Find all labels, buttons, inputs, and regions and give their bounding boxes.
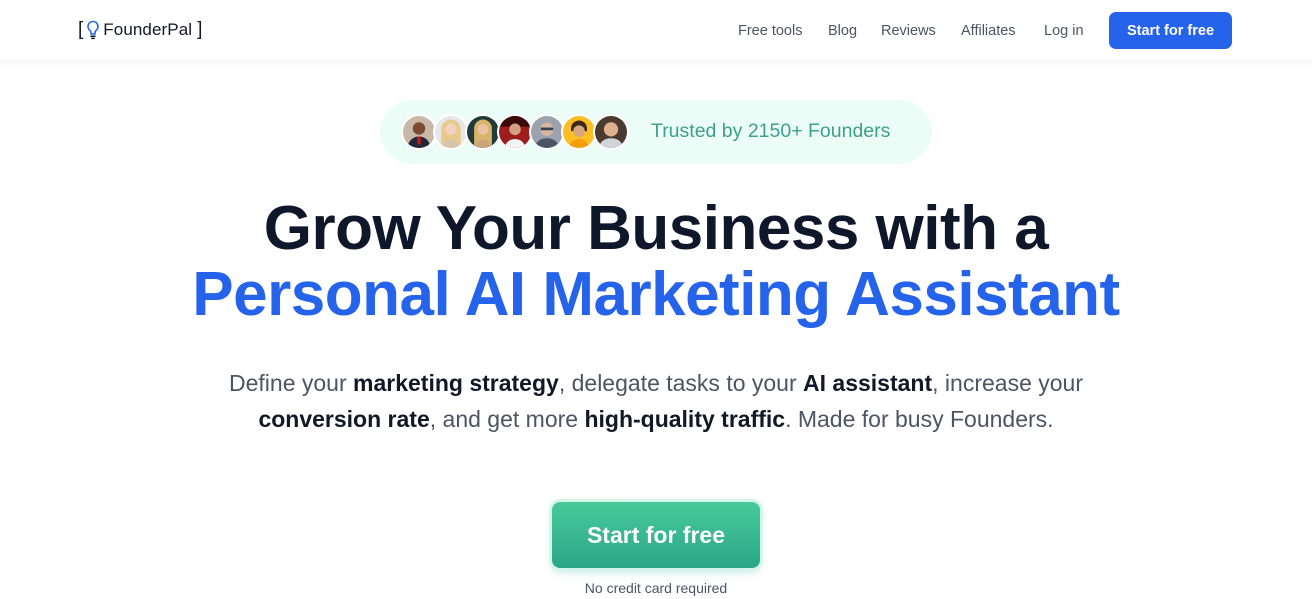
trusted-by-text: Trusted by 2150+ Founders (651, 120, 891, 142)
subtext-part: Define your (229, 370, 354, 396)
brand-name: FounderPal (103, 20, 193, 39)
avatar (529, 114, 565, 150)
logo-bracket-close: ] (197, 19, 203, 40)
brand-logo[interactable]: [ FounderPal ] (78, 18, 202, 42)
headline-line-1: Grow Your Business with a (263, 194, 1049, 263)
hero-start-free-button[interactable]: Start for free (552, 502, 760, 568)
logo-bracket-open: [ (78, 19, 84, 40)
social-proof-pill: Trusted by 2150+ Founders (380, 100, 932, 164)
subtext-bold: marketing strategy (353, 370, 559, 396)
avatar (593, 114, 629, 150)
subtext-part: , and get more (429, 406, 585, 432)
nav-link-affiliates[interactable]: Affiliates (961, 23, 1016, 39)
subtext-part: , delegate tasks to your (558, 370, 804, 396)
subtext-bold: conversion rate (258, 406, 430, 432)
headline-line-2: Personal AI Marketing Assistant (192, 260, 1120, 329)
avatar (561, 114, 597, 150)
no-credit-card-note: No credit card required (584, 580, 728, 596)
subtext-part: , increase your (932, 370, 1083, 396)
avatar (497, 114, 533, 150)
avatar (401, 114, 437, 150)
subtext-bold: AI assistant (803, 370, 933, 396)
nav-link-reviews[interactable]: Reviews (881, 23, 936, 39)
subtext-bold: high-quality traffic (584, 406, 786, 432)
top-navbar: [ FounderPal ] Free tools Blog Reviews A… (0, 0, 1312, 60)
hero-subtext: Define your marketing strategy, delegate… (150, 365, 1162, 437)
nav-link-blog[interactable]: Blog (828, 23, 857, 39)
avatar (465, 114, 501, 150)
nav-link-free-tools[interactable]: Free tools (738, 23, 802, 39)
hero-headline: Grow Your Business with a Personal AI Ma… (0, 196, 1312, 328)
nav-start-free-button[interactable]: Start for free (1109, 12, 1232, 49)
subtext-part: . Made for busy Founders. (785, 406, 1054, 432)
nav-link-login[interactable]: Log in (1044, 23, 1084, 39)
founder-avatars (401, 114, 631, 150)
avatar (433, 114, 469, 150)
lightbulb-icon (87, 20, 100, 40)
